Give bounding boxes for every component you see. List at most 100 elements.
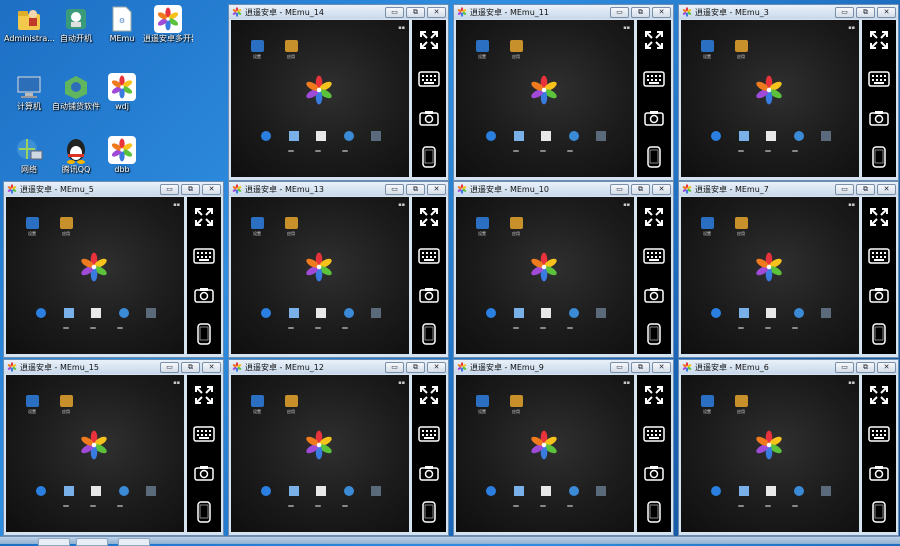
mail-icon[interactable] — [766, 308, 776, 318]
game-app-icon[interactable] — [735, 395, 748, 407]
desktop-icon[interactable]: 网络 — [4, 135, 54, 175]
desktop-icon[interactable]: 计算机 — [4, 72, 54, 112]
minimize-button[interactable]: ▭ — [160, 361, 179, 373]
settings-app-icon[interactable] — [251, 40, 264, 52]
gallery-icon[interactable] — [288, 131, 299, 141]
phone-rotate-icon[interactable] — [867, 145, 891, 169]
gallery-icon[interactable] — [63, 486, 74, 496]
emulator-window[interactable]: 逍遥安卓 - MEmu_10 ▭ ⧉ ✕ ▪▪ 设置 应用 — [453, 181, 674, 358]
home-icon[interactable] — [315, 505, 321, 507]
keyboard-icon[interactable] — [867, 67, 891, 91]
phone-rotate-icon[interactable] — [642, 145, 666, 169]
game-app-icon[interactable] — [735, 40, 748, 52]
settings-app-icon[interactable] — [701, 395, 714, 407]
settings-app-icon[interactable] — [26, 395, 39, 407]
home-icon[interactable] — [90, 505, 96, 507]
home-icon[interactable] — [315, 150, 321, 152]
home-icon[interactable] — [540, 327, 546, 329]
mail-icon[interactable] — [541, 131, 551, 141]
minimize-button[interactable]: ▭ — [610, 361, 629, 373]
android-screen[interactable]: ▪▪ 设置 应用 — [231, 375, 409, 532]
camera-app-icon[interactable] — [793, 486, 804, 496]
gallery-icon[interactable] — [63, 308, 74, 318]
window-titlebar[interactable]: 逍遥安卓 - MEmu_3 ▭ ⧉ ✕ — [679, 5, 898, 19]
keyboard-icon[interactable] — [417, 67, 441, 91]
mail-icon[interactable] — [766, 131, 776, 141]
game-app-icon[interactable] — [60, 395, 73, 407]
browser-icon[interactable] — [36, 308, 46, 318]
files-icon[interactable] — [146, 308, 156, 318]
android-screen[interactable]: ▪▪ 设置 应用 — [456, 197, 634, 354]
mail-icon[interactable] — [316, 486, 326, 496]
fullscreen-icon[interactable] — [417, 205, 441, 229]
back-icon[interactable] — [738, 150, 744, 152]
minimize-button[interactable]: ▭ — [835, 6, 854, 18]
settings-app-icon[interactable] — [476, 395, 489, 407]
minimize-button[interactable]: ▭ — [385, 361, 404, 373]
game-app-icon[interactable] — [60, 217, 73, 229]
window-titlebar[interactable]: 逍遥安卓 - MEmu_14 ▭ ⧉ ✕ — [229, 5, 448, 19]
home-icon[interactable] — [540, 505, 546, 507]
files-icon[interactable] — [821, 131, 831, 141]
camera-app-icon[interactable] — [118, 486, 129, 496]
back-icon[interactable] — [738, 327, 744, 329]
keyboard-icon[interactable] — [642, 422, 666, 446]
game-app-icon[interactable] — [510, 395, 523, 407]
restore-button[interactable]: ⧉ — [406, 183, 425, 195]
taskbar-button[interactable] — [118, 538, 150, 546]
minimize-button[interactable]: ▭ — [385, 6, 404, 18]
camera-icon[interactable] — [867, 283, 891, 307]
close-button[interactable]: ✕ — [652, 6, 671, 18]
files-icon[interactable] — [821, 308, 831, 318]
settings-app-icon[interactable] — [251, 395, 264, 407]
browser-icon[interactable] — [486, 131, 496, 141]
keyboard-icon[interactable] — [417, 422, 441, 446]
keyboard-icon[interactable] — [192, 422, 216, 446]
phone-rotate-icon[interactable] — [192, 322, 216, 346]
gallery-icon[interactable] — [513, 486, 524, 496]
restore-button[interactable]: ⧉ — [856, 361, 875, 373]
restore-button[interactable]: ⧉ — [631, 6, 650, 18]
window-titlebar[interactable]: 逍遥安卓 - MEmu_11 ▭ ⧉ ✕ — [454, 5, 673, 19]
back-icon[interactable] — [513, 327, 519, 329]
home-icon[interactable] — [765, 505, 771, 507]
emulator-window[interactable]: 逍遥安卓 - MEmu_12 ▭ ⧉ ✕ ▪▪ 设置 应用 — [228, 359, 449, 536]
files-icon[interactable] — [596, 308, 606, 318]
camera-app-icon[interactable] — [343, 131, 354, 141]
browser-icon[interactable] — [711, 486, 721, 496]
camera-icon[interactable] — [192, 283, 216, 307]
camera-icon[interactable] — [642, 461, 666, 485]
window-titlebar[interactable]: 逍遥安卓 - MEmu_15 ▭ ⧉ ✕ — [4, 360, 223, 374]
close-button[interactable]: ✕ — [877, 183, 896, 195]
settings-app-icon[interactable] — [476, 40, 489, 52]
desktop-icon[interactable]: wdj — [97, 72, 147, 112]
emulator-window[interactable]: 逍遥安卓 - MEmu_14 ▭ ⧉ ✕ ▪▪ 设置 应用 — [228, 4, 449, 181]
mail-icon[interactable] — [316, 131, 326, 141]
recent-apps-icon[interactable] — [117, 327, 123, 329]
keyboard-icon[interactable] — [192, 244, 216, 268]
emulator-window[interactable]: 逍遥安卓 - MEmu_5 ▭ ⧉ ✕ ▪▪ 设置 应用 — [3, 181, 224, 358]
close-button[interactable]: ✕ — [202, 361, 221, 373]
close-button[interactable]: ✕ — [427, 361, 446, 373]
home-icon[interactable] — [90, 327, 96, 329]
close-button[interactable]: ✕ — [652, 361, 671, 373]
camera-icon[interactable] — [417, 461, 441, 485]
window-titlebar[interactable]: 逍遥安卓 - MEmu_6 ▭ ⧉ ✕ — [679, 360, 898, 374]
home-icon[interactable] — [765, 327, 771, 329]
window-titlebar[interactable]: 逍遥安卓 - MEmu_9 ▭ ⧉ ✕ — [454, 360, 673, 374]
fullscreen-icon[interactable] — [867, 28, 891, 52]
emulator-window[interactable]: 逍遥安卓 - MEmu_11 ▭ ⧉ ✕ ▪▪ 设置 应用 — [453, 4, 674, 181]
desktop-icon[interactable]: Administra... — [4, 4, 54, 44]
close-button[interactable]: ✕ — [877, 6, 896, 18]
close-button[interactable]: ✕ — [652, 183, 671, 195]
camera-icon[interactable] — [642, 106, 666, 130]
browser-icon[interactable] — [261, 486, 271, 496]
back-icon[interactable] — [288, 327, 294, 329]
back-icon[interactable] — [513, 505, 519, 507]
fullscreen-icon[interactable] — [417, 383, 441, 407]
fullscreen-icon[interactable] — [192, 383, 216, 407]
camera-icon[interactable] — [192, 461, 216, 485]
minimize-button[interactable]: ▭ — [385, 183, 404, 195]
phone-rotate-icon[interactable] — [867, 322, 891, 346]
camera-app-icon[interactable] — [793, 308, 804, 318]
